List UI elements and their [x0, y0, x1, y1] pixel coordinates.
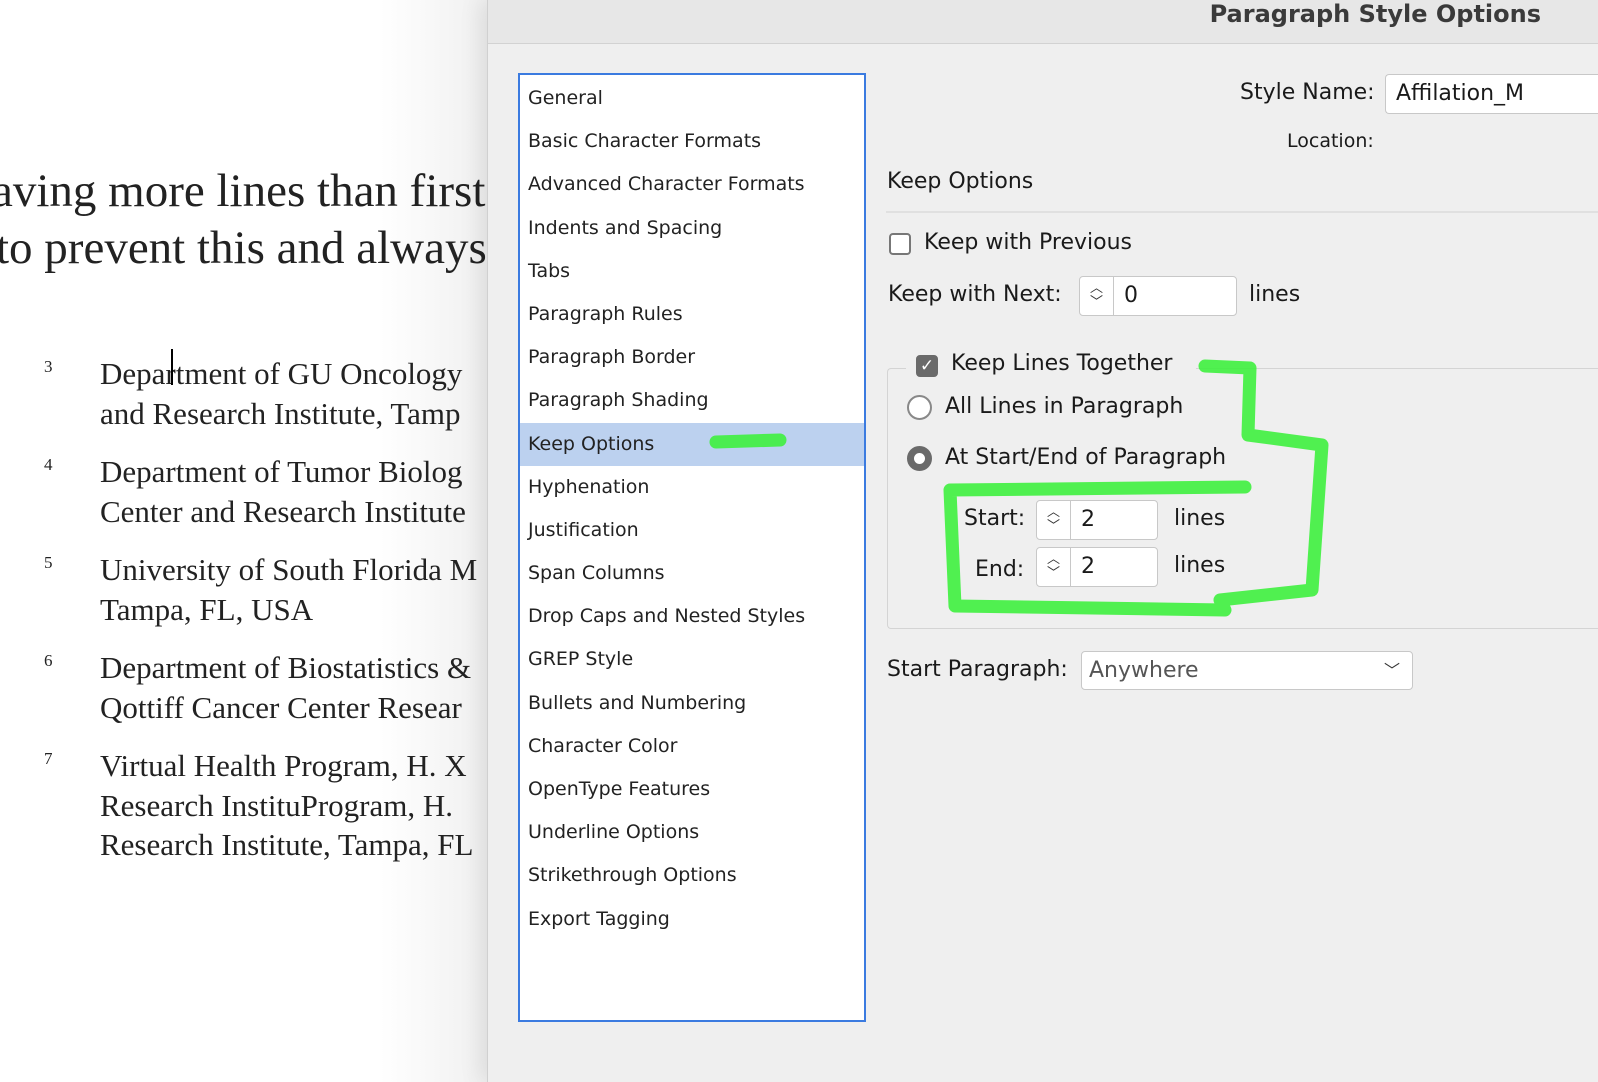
keep-with-next-label: Keep with Next:: [888, 282, 1062, 307]
affiliation-line: Virtual Health Program, H. X: [100, 748, 467, 783]
category-item-paragraph-border[interactable]: Paragraph Border: [520, 336, 864, 379]
lines-unit-label: lines: [1249, 282, 1301, 307]
start-paragraph-label: Start Paragraph:: [887, 657, 1068, 682]
category-item-paragraph-shading[interactable]: Paragraph Shading: [520, 379, 864, 422]
category-item-basic-character-formats[interactable]: Basic Character Formats: [520, 120, 864, 163]
category-item-span-columns[interactable]: Span Columns: [520, 552, 864, 595]
text-cursor: [171, 349, 173, 385]
start-stepper[interactable]: ︿ ﹀ 2: [1036, 500, 1158, 540]
category-item-keep-options[interactable]: Keep Options: [520, 422, 864, 466]
start-value[interactable]: 2: [1071, 501, 1095, 539]
affiliation-line: Department of Tumor Biolog: [100, 454, 463, 489]
title-bar: Paragraph Style Options: [488, 0, 1598, 44]
affiliation-line: Research InstituProgram, H.: [100, 787, 453, 823]
category-item-export-tagging[interactable]: Export Tagging: [520, 898, 864, 941]
affiliation-line: Department of Biostatistics &: [100, 650, 472, 685]
category-item-drop-caps-and-nested-styles[interactable]: Drop Caps and Nested Styles: [520, 595, 864, 638]
category-item-advanced-character-formats[interactable]: Advanced Character Formats: [520, 163, 864, 206]
category-item-tabs[interactable]: Tabs: [520, 250, 864, 293]
footnote-number: 7: [44, 749, 53, 768]
affiliation-line: Department of GU Oncology: [100, 356, 463, 391]
footnote-number: 6: [44, 651, 53, 670]
keep-with-previous-label: Keep with Previous: [924, 230, 1133, 255]
footnote-number: 4: [44, 455, 53, 474]
start-unit-label: lines: [1174, 506, 1226, 531]
body-text-line: aving more lines than first: [0, 165, 486, 217]
end-unit-label: lines: [1174, 553, 1226, 578]
category-list[interactable]: General Basic Character Formats Advanced C…: [518, 73, 866, 1022]
start-end-radio[interactable]: [907, 446, 932, 471]
keep-lines-together-label: Keep Lines Together: [951, 351, 1173, 376]
category-item-general[interactable]: General: [520, 77, 864, 120]
start-label: Start:: [964, 506, 1026, 531]
start-paragraph-select[interactable]: Anywhere ﹀: [1081, 651, 1413, 690]
affiliation-line: Center and Research Institute: [100, 493, 466, 529]
end-value[interactable]: 2: [1071, 548, 1095, 586]
affiliation-line: University of South Florida M: [100, 552, 478, 587]
affiliation-line: Qottiff Cancer Center Resear: [100, 689, 462, 725]
category-item-grep-style[interactable]: GREP Style: [520, 638, 864, 681]
affiliation-line: and Research Institute, Tamp: [100, 395, 461, 431]
category-item-character-color[interactable]: Character Color: [520, 725, 864, 768]
keep-with-next-value[interactable]: 0: [1114, 277, 1138, 315]
category-item-hyphenation[interactable]: Hyphenation: [520, 466, 864, 509]
paragraph-style-options-dialog: Paragraph Style Options General Basic Cha…: [487, 0, 1598, 1082]
keep-with-next-stepper[interactable]: ︿ ﹀ 0: [1079, 276, 1237, 316]
category-item-justification[interactable]: Justification: [520, 509, 864, 552]
end-label: End:: [975, 557, 1025, 582]
footnote-number: 3: [44, 357, 53, 376]
category-item-opentype-features[interactable]: OpenType Features: [520, 768, 864, 811]
keep-lines-together-checkbox[interactable]: ✓: [916, 355, 938, 377]
divider: [886, 211, 1598, 213]
category-item-underline-options[interactable]: Underline Options: [520, 811, 864, 854]
body-text-line: to prevent this and always: [0, 222, 487, 274]
category-item-indents-and-spacing[interactable]: Indents and Spacing: [520, 207, 864, 250]
all-lines-radio[interactable]: [907, 395, 932, 420]
location-label: Location:: [1287, 130, 1374, 152]
category-item-paragraph-rules[interactable]: Paragraph Rules: [520, 293, 864, 336]
chevron-down-icon: ﹀: [1383, 661, 1400, 680]
dialog-title: Paragraph Style Options: [1209, 0, 1541, 28]
footnote-number: 5: [44, 553, 53, 572]
stepper-arrows-icon[interactable]: ︿ ﹀: [1080, 277, 1114, 315]
end-stepper[interactable]: ︿ ﹀ 2: [1036, 547, 1158, 587]
style-name-label: Style Name:: [1240, 80, 1375, 105]
keep-with-previous-checkbox[interactable]: [889, 233, 911, 255]
affiliation-line: Research Institute, Tampa, FL: [100, 827, 474, 862]
document-page: aving more lines than first to prevent t…: [0, 0, 487, 1082]
start-end-label: At Start/End of Paragraph: [945, 445, 1227, 470]
all-lines-label: All Lines in Paragraph: [945, 394, 1184, 419]
section-title: Keep Options: [887, 169, 1034, 194]
category-item-strikethrough-options[interactable]: Strikethrough Options: [520, 854, 864, 897]
affiliation-line: Tampa, FL, USA: [100, 591, 314, 627]
style-name-input[interactable]: Affilation_M: [1385, 74, 1598, 114]
category-item-bullets-and-numbering[interactable]: Bullets and Numbering: [520, 682, 864, 725]
stepper-arrows-icon[interactable]: ︿ ﹀: [1037, 548, 1071, 586]
start-paragraph-value: Anywhere: [1089, 658, 1199, 683]
stepper-arrows-icon[interactable]: ︿ ﹀: [1037, 501, 1071, 539]
